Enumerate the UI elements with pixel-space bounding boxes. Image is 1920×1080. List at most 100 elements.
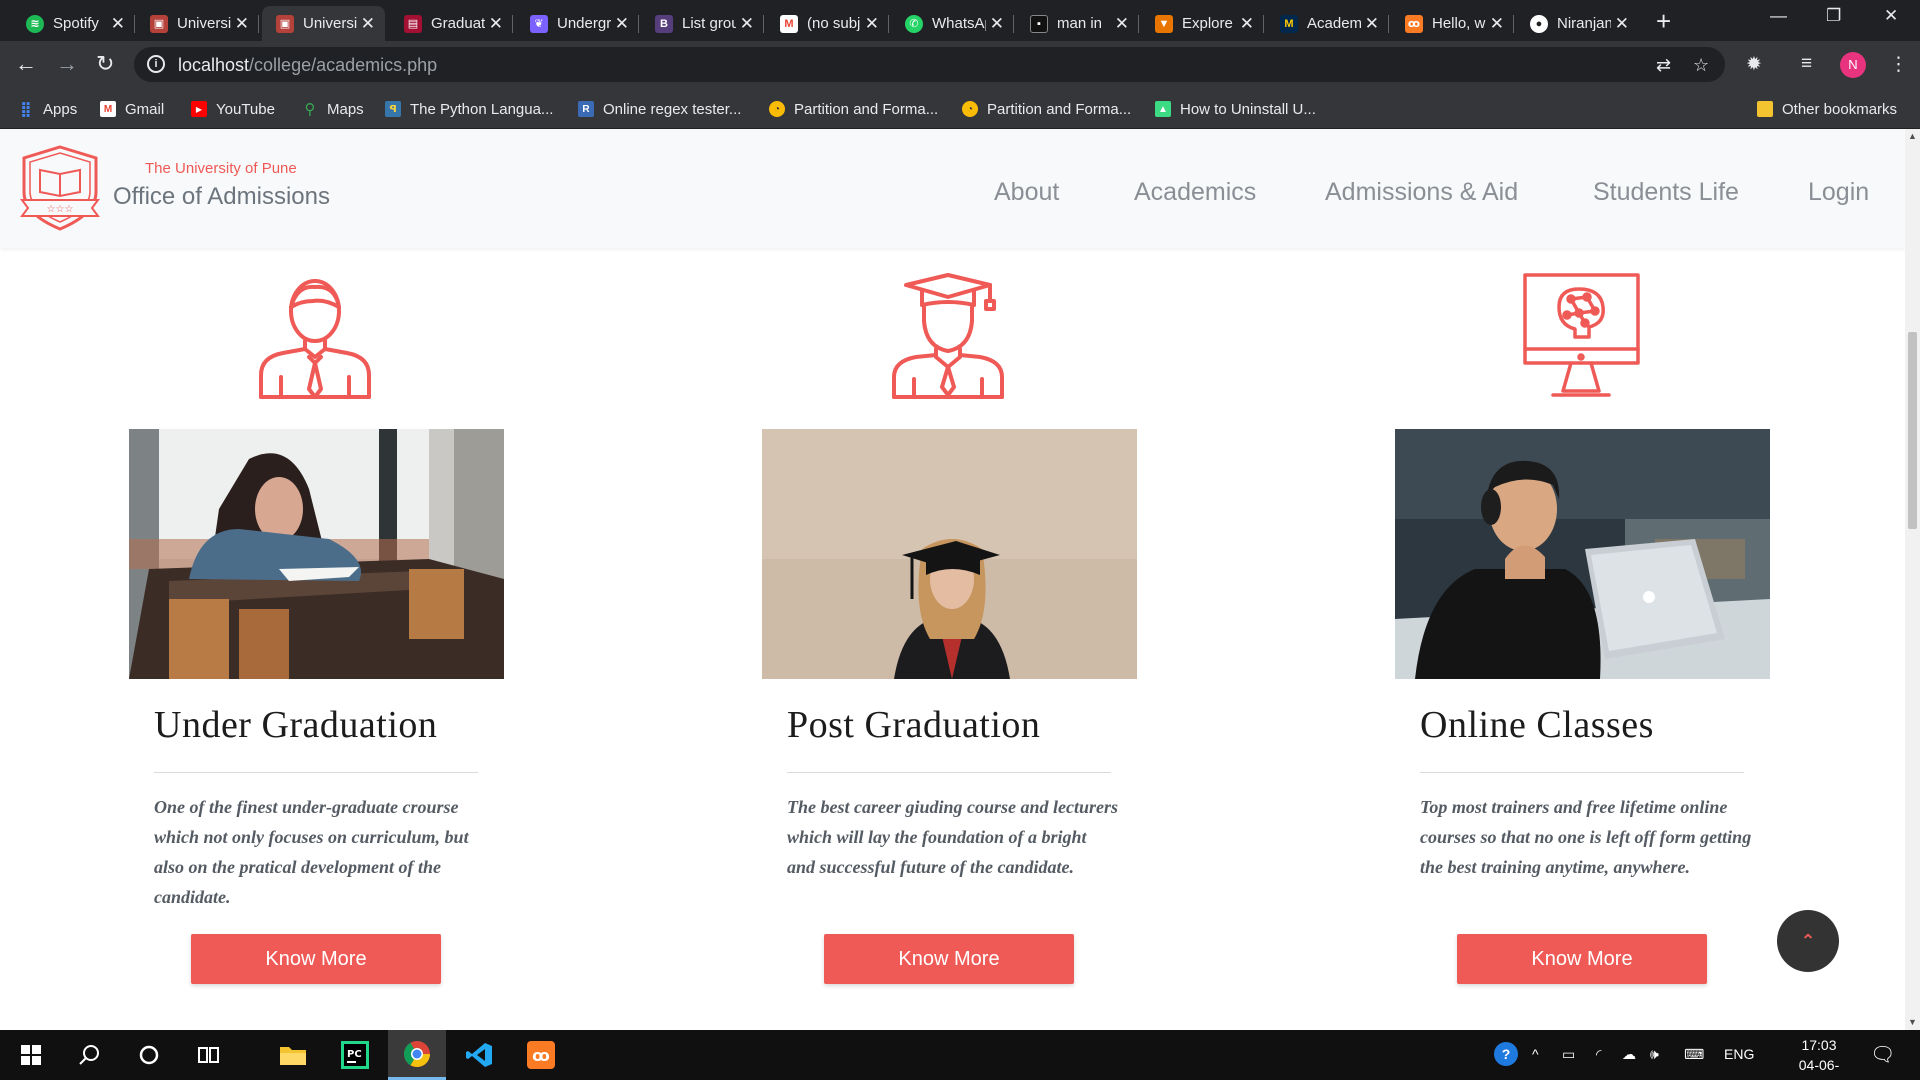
- close-icon[interactable]: ✕: [1240, 14, 1254, 34]
- translate-icon[interactable]: ⇄: [1656, 55, 1671, 76]
- site-title[interactable]: Office of Admissions: [113, 183, 330, 211]
- bookmark-uninstall[interactable]: ▲ How to Uninstall U...: [1155, 99, 1316, 119]
- card-title-post-graduation: Post Graduation: [787, 704, 1041, 746]
- close-icon[interactable]: ✕: [740, 14, 754, 34]
- scroll-down-arrow-icon[interactable]: ▼: [1908, 1017, 1917, 1027]
- onedrive-icon[interactable]: ☁: [1622, 1046, 1636, 1063]
- web-page: ☆☆☆ The University of Pune Office of Adm…: [0, 129, 1905, 1030]
- close-icon[interactable]: ✕: [361, 14, 375, 34]
- browser-tab[interactable]: B List group ✕: [641, 6, 764, 41]
- minimize-button[interactable]: —: [1770, 6, 1787, 26]
- battery-icon[interactable]: ▭: [1562, 1046, 1575, 1063]
- card-description: The best career giuding course and lectu…: [787, 797, 1118, 877]
- keyboard-icon[interactable]: ⌨: [1684, 1046, 1704, 1063]
- nav-login[interactable]: Login: [1808, 178, 1869, 207]
- svg-text:ꝏ: ꝏ: [532, 1046, 550, 1065]
- browser-tab-active[interactable]: ▣ University ✕: [262, 6, 385, 41]
- volume-icon[interactable]: 🕪: [1650, 1046, 1659, 1063]
- card-description: One of the finest under-graduate crourse…: [154, 797, 469, 907]
- bookmark-apps[interactable]: ⣿ Apps: [18, 99, 77, 119]
- menu-kebab-icon[interactable]: ⋮: [1889, 53, 1908, 76]
- bookmark-regex[interactable]: R Online regex tester...: [578, 99, 741, 119]
- pycharm-icon[interactable]: PC: [326, 1030, 384, 1080]
- close-icon[interactable]: ✕: [615, 14, 629, 34]
- browser-tab[interactable]: ▣ University ✕: [136, 6, 259, 41]
- restore-button[interactable]: ❐: [1826, 6, 1841, 26]
- other-bookmarks[interactable]: Other bookmarks: [1757, 99, 1897, 119]
- xampp-icon[interactable]: ꝏ: [512, 1030, 570, 1080]
- extension-gear-icon[interactable]: ✹: [1746, 53, 1762, 76]
- system-clock[interactable]: 17:03 04-06-2020: [1784, 1035, 1854, 1080]
- forward-button[interactable]: →: [56, 51, 78, 77]
- bookmark-python[interactable]: ꟼ The Python Langua...: [385, 99, 553, 119]
- chrome-icon[interactable]: [388, 1030, 446, 1080]
- notifications-icon[interactable]: 🗨: [1870, 1042, 1895, 1067]
- know-more-button-under-graduation[interactable]: Know More: [191, 934, 441, 984]
- michigan-m-icon: M: [1280, 14, 1298, 33]
- close-icon[interactable]: ✕: [1615, 14, 1629, 34]
- partition-icon: ◔: [769, 101, 785, 117]
- harvard-shield-icon: ▤: [404, 14, 422, 33]
- know-more-button-online-classes[interactable]: Know More: [1457, 934, 1707, 984]
- scroll-to-top-button[interactable]: ⌃: [1777, 910, 1839, 972]
- language-indicator[interactable]: ENG: [1724, 1046, 1754, 1062]
- chevron-up-icon: ⌃: [1800, 931, 1816, 951]
- university-logo-icon[interactable]: ☆☆☆: [18, 144, 102, 232]
- youtube-icon: ▶: [191, 101, 207, 117]
- bookmark-maps[interactable]: ⚲ Maps: [302, 99, 364, 119]
- browser-tab[interactable]: ● Niranjan ✕: [1516, 6, 1639, 41]
- close-icon[interactable]: ✕: [865, 14, 879, 34]
- scroll-up-arrow-icon[interactable]: ▲: [1908, 131, 1917, 141]
- bookmark-gmail[interactable]: M Gmail: [100, 99, 164, 119]
- page-scrollbar[interactable]: ▲ ▼: [1905, 129, 1920, 1030]
- browser-tab[interactable]: ❦ Undergraduate ✕: [516, 6, 639, 41]
- browser-tab[interactable]: ≋ Spotify ✕: [12, 6, 135, 41]
- close-icon[interactable]: ✕: [990, 14, 1004, 34]
- divider: [787, 772, 1111, 773]
- browser-tab[interactable]: M Academics ✕: [1266, 6, 1389, 41]
- close-icon[interactable]: ✕: [489, 14, 503, 34]
- browser-tab[interactable]: M (no subject) ✕: [766, 6, 889, 41]
- browser-tab[interactable]: ▪ man in ✕: [1016, 6, 1139, 41]
- scrollbar-thumb[interactable]: [1908, 332, 1917, 529]
- bookmark-star-icon[interactable]: ☆: [1693, 55, 1709, 76]
- nav-students-life[interactable]: Students Life: [1593, 178, 1739, 207]
- bookmark-youtube[interactable]: ▶ YouTube: [191, 99, 275, 119]
- profile-avatar[interactable]: N: [1840, 52, 1866, 78]
- nav-academics[interactable]: Academics: [1134, 178, 1256, 207]
- regex-r-icon: R: [578, 101, 594, 117]
- maps-pin-icon: ⚲: [304, 101, 316, 118]
- cortana-icon[interactable]: [120, 1030, 178, 1080]
- reload-button[interactable]: ↻: [96, 51, 114, 77]
- browser-tab[interactable]: ▼ Explore ✕: [1141, 6, 1264, 41]
- site-info-icon[interactable]: i: [147, 55, 165, 73]
- bookmark-partition-1[interactable]: ◔ Partition and Forma...: [769, 99, 938, 119]
- graduate-photo: [762, 429, 1137, 679]
- close-icon[interactable]: ✕: [235, 14, 249, 34]
- wifi-icon[interactable]: ◜: [1596, 1046, 1601, 1063]
- nav-admissions-aid[interactable]: Admissions & Aid: [1325, 178, 1518, 207]
- help-icon[interactable]: ?: [1494, 1042, 1518, 1066]
- know-more-button-post-graduation[interactable]: Know More: [824, 934, 1074, 984]
- nav-about[interactable]: About: [994, 178, 1059, 207]
- close-icon[interactable]: ✕: [1115, 14, 1129, 34]
- close-icon[interactable]: ✕: [1490, 14, 1504, 34]
- url-text[interactable]: localhost/college/academics.php: [178, 55, 437, 76]
- file-explorer-icon[interactable]: [264, 1030, 322, 1080]
- new-tab-button[interactable]: +: [1656, 8, 1671, 34]
- close-icon[interactable]: ✕: [1365, 14, 1379, 34]
- address-bar[interactable]: i localhost/college/academics.php ⇄ ☆: [134, 47, 1725, 82]
- browser-tab[interactable]: ꝏ Hello, w ✕: [1391, 6, 1514, 41]
- search-icon[interactable]: [60, 1030, 118, 1080]
- media-queue-icon[interactable]: ≡: [1801, 53, 1812, 75]
- bookmark-partition-2[interactable]: ◔ Partition and Forma...: [962, 99, 1131, 119]
- vscode-icon[interactable]: [450, 1030, 508, 1080]
- browser-tab[interactable]: ▤ Graduate ✕: [390, 6, 513, 41]
- browser-tab[interactable]: ✆ WhatsApp ✕: [891, 6, 1014, 41]
- start-icon[interactable]: [2, 1030, 60, 1080]
- close-window-button[interactable]: ✕: [1884, 6, 1898, 26]
- close-icon[interactable]: ✕: [111, 14, 125, 34]
- back-button[interactable]: ←: [15, 51, 37, 77]
- task-view-icon[interactable]: [180, 1030, 238, 1080]
- chevron-up-icon[interactable]: ^: [1532, 1046, 1539, 1062]
